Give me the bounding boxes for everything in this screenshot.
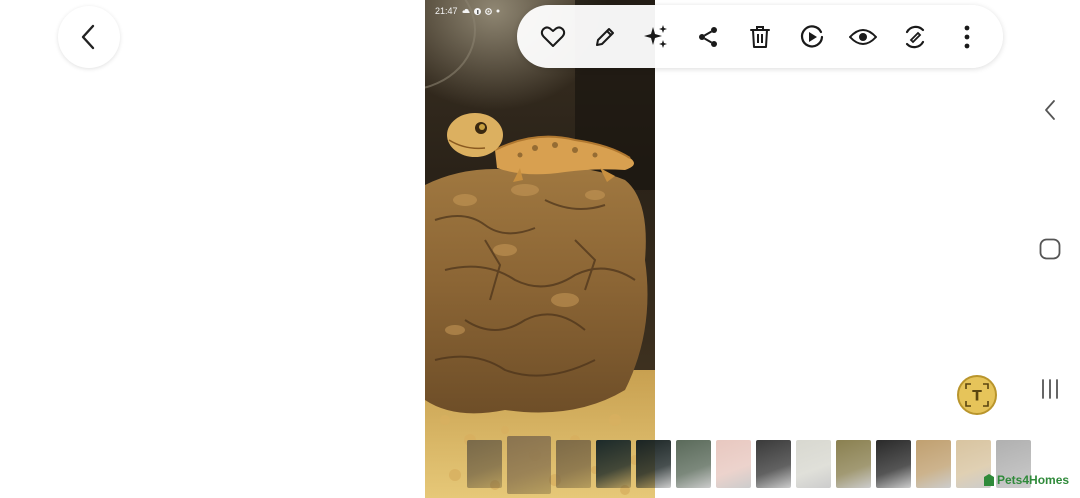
ai-edit-button[interactable] [636, 17, 676, 57]
remaster-button[interactable] [895, 17, 935, 57]
more-icon [964, 25, 970, 48]
rounded-square-icon [1039, 238, 1061, 260]
watermark-text: Pets4Homes [997, 473, 1070, 487]
view-button[interactable] [843, 17, 883, 57]
cloud-icon [461, 8, 470, 14]
filmstrip-thumbnail[interactable] [836, 440, 871, 488]
heart-icon [540, 25, 565, 47]
gallery-viewer: 21:47 T Pets4Homes [0, 0, 1080, 498]
pets4homes-logo-icon [984, 474, 994, 486]
filmstrip-thumbnail[interactable] [876, 440, 911, 488]
favorite-button[interactable] [533, 17, 573, 57]
sparkle-icon [644, 24, 668, 48]
nav-home-button[interactable] [1036, 235, 1064, 263]
gecko-photo [425, 0, 655, 498]
filmstrip-thumbnail[interactable] [796, 440, 831, 488]
delete-icon [749, 25, 770, 48]
nav-back-button[interactable] [1036, 95, 1064, 125]
filmstrip-thumbnail[interactable] [467, 440, 502, 488]
filmstrip-thumbnail[interactable] [596, 440, 631, 488]
share-icon [699, 26, 718, 47]
filmstrip [467, 436, 1031, 494]
status-bar: 21:47 [435, 6, 500, 16]
watermark: Pets4Homes [983, 473, 1069, 487]
chevron-left-icon [81, 24, 95, 50]
delete-button[interactable] [740, 17, 780, 57]
motion-play-button[interactable] [792, 17, 832, 57]
play-icon [800, 24, 823, 47]
chevron-left-icon [1045, 100, 1055, 120]
dot-icon [496, 9, 500, 13]
share-button[interactable] [688, 17, 728, 57]
remaster-icon [906, 25, 925, 48]
extract-text-button[interactable]: T [957, 375, 997, 415]
eye-icon [849, 28, 878, 45]
edit-button[interactable] [585, 17, 625, 57]
text-scan-icon: T [965, 383, 989, 407]
filmstrip-thumbnail[interactable] [556, 440, 591, 488]
settings-icon [484, 7, 492, 15]
filmstrip-thumbnail[interactable] [756, 440, 791, 488]
filmstrip-thumbnail[interactable] [916, 440, 951, 488]
status-time: 21:47 [435, 6, 458, 16]
text-scan-letter: T [972, 389, 982, 405]
filmstrip-thumbnail[interactable] [636, 440, 671, 488]
more-options-button[interactable] [947, 17, 987, 57]
back-button[interactable] [58, 6, 120, 68]
filmstrip-thumbnail[interactable] [507, 436, 551, 494]
action-toolbar [517, 5, 1003, 68]
filmstrip-thumbnail[interactable] [716, 440, 751, 488]
nav-recents-button[interactable] [1036, 374, 1064, 404]
filmstrip-thumbnail[interactable] [676, 440, 711, 488]
edit-icon [595, 27, 614, 46]
photo-view[interactable] [425, 0, 655, 498]
facebook-icon [473, 7, 481, 15]
three-lines-icon [1042, 379, 1058, 399]
